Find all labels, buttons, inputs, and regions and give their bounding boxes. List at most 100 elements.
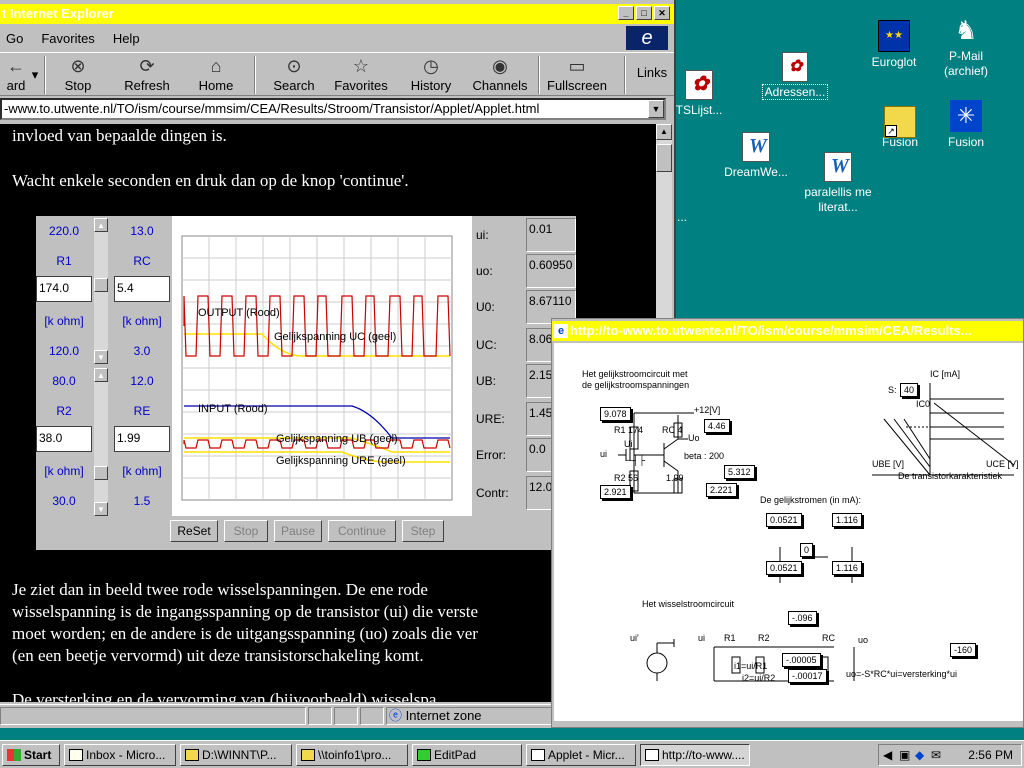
task-editpad[interactable]: EditPad (412, 744, 522, 766)
ui-node-label: Ui (624, 439, 633, 449)
status-zone: Internet zone (405, 708, 482, 723)
euroglot-icon: ★★ (878, 20, 910, 52)
r1-label: R1 (56, 254, 72, 268)
ub-readout-label: UB: (476, 374, 497, 388)
value-446: 4.46 (704, 419, 730, 433)
current-zero: 0 (800, 543, 814, 557)
window-title: t Internet Explorer (2, 6, 114, 21)
rc-min-label: 3.0 (133, 344, 151, 358)
globe-icon: ⓔ (389, 708, 403, 723)
stop-applet-button[interactable]: Stop (224, 520, 268, 542)
ie-logo-icon: e (626, 26, 668, 50)
ui-label: ui: (476, 228, 489, 242)
desktop-icon-clipped: ... (676, 210, 687, 224)
scroll-up-icon[interactable]: ▲ (656, 124, 672, 140)
task-applet[interactable]: Applet - Micr... (526, 744, 636, 766)
ac-ui-source-label: ui' (630, 633, 639, 643)
home-button[interactable]: ⌂ Home (190, 53, 242, 97)
scroll-thumb[interactable] (656, 144, 672, 172)
ie-titlebar[interactable]: t Internet Explorer _ □ ✕ (0, 4, 674, 24)
content-line: Wacht enkele seconden en druk dan op de … (12, 171, 409, 190)
ac-circuit-title: Het wisselstroomcircuit (642, 599, 735, 609)
rc-input[interactable]: 5.4 (114, 276, 170, 302)
search-button[interactable]: ⊙ Search (266, 53, 322, 97)
r2-input[interactable]: 38.0 (36, 426, 92, 452)
task-popup[interactable]: http://to-www.... (640, 744, 750, 766)
re-input[interactable]: 1.99 (114, 426, 170, 452)
i2-formula: i2=ui/R2 (742, 673, 776, 683)
current-ib: 0.0521 (766, 513, 802, 527)
clock[interactable]: 2:56 PM (968, 745, 1013, 765)
close-button[interactable]: ✕ (654, 6, 670, 20)
content-line: Je ziet dan in beeld twee rode wisselspa… (12, 580, 428, 599)
r2-scrollbar[interactable]: ▲ ▼ (94, 368, 108, 516)
r1-input[interactable]: 174.0 (36, 276, 92, 302)
refresh-button[interactable]: ⟳ Refresh (116, 53, 178, 97)
r2-label: R2 (56, 404, 72, 418)
task-inbox[interactable]: Inbox - Micro... (64, 744, 176, 766)
start-button[interactable]: Start (2, 744, 60, 766)
i1-formula: i1=ui/R1 (734, 661, 768, 671)
folder-icon: ↗ (884, 106, 916, 138)
channels-icon: ◉ (492, 56, 508, 76)
transistor-applet: 220.0 R1 174.0 [k ohm] 120.0 80.0 R2 38.… (36, 216, 576, 550)
value-5312: 5.312 (724, 465, 755, 479)
maximize-button[interactable]: □ (636, 6, 652, 20)
ic-axis-label: IC [mA] (930, 369, 961, 379)
ico-label: IC0 (916, 399, 931, 409)
desktop-icon-dreamwe[interactable]: W DreamWe... (716, 132, 796, 180)
desktop-icon-pmail[interactable]: ♞ P-Mail (archief) (926, 14, 1006, 79)
value-2921: 2.921 (600, 485, 631, 499)
re-value-label: 1.99 (666, 473, 684, 483)
volume-icon[interactable]: ◀ (883, 745, 892, 765)
gain-formula: uo=-S*RC*ui=versterking*ui (846, 669, 958, 679)
desktop-icon-adressen[interactable]: ✿ Adressen... (755, 52, 835, 100)
r1-value-label: R1 174 (614, 425, 644, 435)
mail-icon[interactable]: ✉ (931, 745, 941, 765)
r1-min-label: 120.0 (48, 344, 80, 358)
channels-button[interactable]: ◉ Channels (468, 53, 532, 97)
minimize-button[interactable]: _ (618, 6, 634, 20)
task-winnt-folder[interactable]: D:\WINNT\P... (180, 744, 292, 766)
refresh-icon: ⟳ (139, 56, 155, 76)
output-label: OUTPUT (Rood) (198, 307, 280, 319)
network-icon[interactable]: ▣ (899, 745, 910, 765)
history-button[interactable]: ◷ History (404, 53, 458, 97)
ac-rc-label: RC (822, 633, 835, 643)
ure-readout-label: URE: (476, 412, 505, 426)
s-label: S: (888, 385, 897, 395)
address-field[interactable]: -www.to.utwente.nl/TO/ism/course/mmsim/C… (0, 98, 666, 120)
pause-button[interactable]: Pause (274, 520, 322, 542)
r2-max-label: 80.0 (52, 374, 76, 388)
menu-help[interactable]: Help (113, 28, 140, 50)
stop-button[interactable]: ⊗ Stop (50, 53, 106, 97)
r1-scrollbar[interactable]: ▲ ▼ (94, 218, 108, 364)
value-160: -160 (950, 643, 977, 657)
folder-icon (185, 749, 199, 761)
u0-label: U0: (476, 300, 495, 314)
supply-label: +12[V] (694, 405, 721, 415)
menu-favorites[interactable]: Favorites (41, 28, 94, 50)
desktop-icon-euroglot[interactable]: ★★ Euroglot (854, 20, 934, 70)
task-network-folder[interactable]: \\toinfo1\pro... (296, 744, 408, 766)
document-icon: ✿ (782, 52, 808, 82)
fullscreen-button[interactable]: ▭ Fullscreen (542, 53, 612, 97)
favorites-button[interactable]: ☆ Favorites (328, 53, 394, 97)
r2-unit: [k ohm] (44, 464, 84, 478)
step-button[interactable]: Step (402, 520, 444, 542)
value-2221: 2.221 (706, 483, 737, 497)
re-unit: [k ohm] (122, 464, 162, 478)
shield-icon[interactable]: ◆ (915, 745, 924, 765)
desktop-icon-fusion-app[interactable]: ✳ Fusion (926, 100, 1006, 150)
continue-button[interactable]: Continue (328, 520, 396, 542)
signal-plot: OUTPUT (Rood) Gelijkspanning UC (geel) I… (172, 216, 472, 516)
r2-value-label: R2 56 (614, 473, 639, 483)
popup-titlebar[interactable]: e http://to-www.to.utwente.nl/TO/ism/cou… (552, 321, 1023, 341)
current-ic: 1.116 (832, 513, 862, 527)
reset-button[interactable]: ReSet (170, 520, 218, 542)
content-line: De versterking en de vervorming van (bij… (12, 690, 437, 702)
address-dropdown-icon[interactable]: ▼ (648, 100, 664, 118)
menu-go[interactable]: Go (6, 28, 23, 50)
desktop-icon-paralellis[interactable]: W paralellis me literat... (798, 152, 878, 215)
uc-readout-label: UC: (476, 338, 497, 352)
